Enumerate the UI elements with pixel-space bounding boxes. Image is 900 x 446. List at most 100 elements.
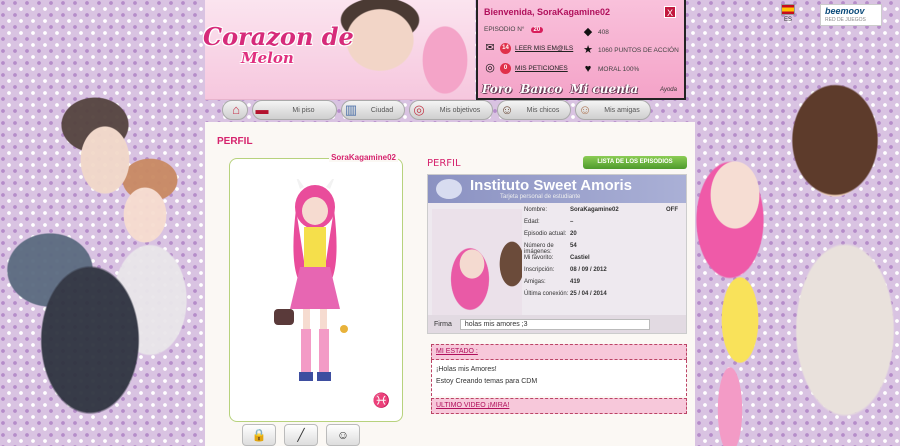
target-icon: ◎ — [485, 62, 495, 74]
beemoov-tagline: RED DE JUEGOS — [825, 17, 866, 23]
pisces-icon: ♓ — [372, 392, 390, 408]
moral-value: MORAL 100% — [598, 65, 640, 73]
row-key: Episodio actual: — [524, 231, 567, 237]
home-icon: ⌂ — [232, 102, 240, 117]
student-photo — [432, 209, 522, 329]
card-subtitle: Tarjeta personal de estudiante — [500, 194, 581, 200]
signature-text: Ayoda — [660, 87, 677, 93]
welcome-text: Bienvenida, SoraKagamine02 — [484, 7, 611, 17]
nav-mis-objetivos-label: Mis objetivos — [439, 106, 481, 114]
lock-icon[interactable]: 🔒 — [242, 424, 276, 446]
card-row: Amigas: 419 — [524, 279, 684, 285]
avatar-card: SoraKagamine02 ♓ — [229, 153, 403, 422]
nav-mis-chicos[interactable]: ☺ Mis chicos — [497, 100, 571, 120]
banco-link[interactable]: Banco — [520, 82, 562, 96]
close-icon[interactable]: X — [664, 6, 676, 18]
row-value: – — [570, 219, 574, 225]
row-value: Castiel — [570, 255, 590, 261]
heart-icon: ♥ — [584, 63, 592, 75]
language-code: ES — [784, 17, 793, 23]
right-character-art — [685, 30, 900, 446]
row-key: Amigas: — [524, 279, 546, 285]
sofa-icon: ▬ — [255, 102, 269, 117]
emails-stat[interactable]: ✉ 14 LEER MIS EM@ILS — [484, 42, 573, 54]
wand-icon[interactable]: ╱ — [284, 424, 318, 446]
online-status: OFF — [666, 207, 678, 213]
boys-icon: ☺ — [500, 102, 514, 117]
school-name: Instituto Sweet Amoris — [470, 177, 632, 194]
signature-label: Firma — [434, 320, 452, 328]
signature-value: holas mis amores ;3 — [459, 318, 650, 330]
student-card: Instituto Sweet Amoris Tarjeta personal … — [427, 174, 687, 334]
action-points-value: 1060 PUNTOS DE ACCIÓN — [598, 46, 679, 54]
left-character-art — [0, 40, 205, 446]
profile-subtitle: PERFIL — [427, 158, 461, 169]
status-heading: MI ESTADO : — [431, 344, 687, 360]
mail-icon: ✉ — [485, 42, 495, 54]
avatar-username: SoraKagamine02 — [329, 153, 398, 162]
avatar-actions: 🔒 ╱ ☺ — [242, 424, 360, 446]
friends-icon: ☺ — [578, 102, 592, 117]
nav-ciudad[interactable]: ▥ Ciudad — [341, 100, 405, 120]
main-nav: ⌂ ▬ Mi piso ▥ Ciudad ◎ Mis objetivos ☺ M… — [222, 100, 692, 122]
row-value: 54 — [570, 243, 577, 249]
diamond-icon: ◆ — [583, 26, 593, 38]
nav-mis-amigas[interactable]: ☺ Mis amigas — [575, 100, 651, 120]
row-value: 419 — [570, 279, 581, 285]
row-key: Última conexión: — [524, 291, 569, 297]
portrait-icon[interactable]: ☺ — [326, 424, 360, 446]
row-key: Inscripción: — [524, 267, 555, 273]
card-row: Última conexión: 25 / 04 / 2014 — [524, 291, 684, 297]
episode-badge: 20 — [530, 26, 544, 33]
card-row: Mi favorito: Castiel — [524, 255, 684, 261]
beemoov-logo[interactable]: beemoov RED DE JUEGOS — [820, 4, 882, 26]
nav-mi-piso-label: Mi piso — [292, 106, 315, 114]
student-card-header: Instituto Sweet Amoris Tarjeta personal … — [428, 175, 686, 203]
money-value: 408 — [598, 28, 609, 36]
card-row: Número de imágenes: 54 — [524, 243, 684, 255]
signature-row: Firma holas mis amores ;3 — [428, 315, 686, 333]
episode-stat: EPISODIO N° 20 — [484, 26, 544, 33]
mi-cuenta-link[interactable]: Mi cuenta — [570, 82, 638, 96]
beemoov-name: beemoov — [825, 6, 865, 16]
episode-label: EPISODIO N° — [484, 26, 525, 33]
episodes-list-button[interactable]: LISTA DE LOS EPISODIOS — [583, 156, 687, 169]
row-key: Edad: — [524, 219, 540, 225]
requests-link[interactable]: MIS PETICIONES — [515, 65, 568, 72]
last-video-heading[interactable]: ULTIMO VIDEO ¡MIRA! — [431, 398, 687, 414]
emails-count-badge: 14 — [500, 42, 511, 54]
nav-home[interactable]: ⌂ — [222, 100, 248, 120]
row-value: 25 / 04 / 2014 — [570, 291, 607, 297]
avatar-figure — [274, 179, 348, 381]
read-emails-link[interactable]: LEER MIS EM@ILS — [515, 45, 573, 52]
requests-stat[interactable]: ◎ 0 MIS PETICIONES — [484, 62, 568, 74]
card-row: Episodio actual: 20 — [524, 231, 684, 237]
row-value: SoraKagamine02 — [570, 207, 619, 213]
nav-mis-objetivos[interactable]: ◎ Mis objetivos — [409, 100, 493, 120]
status-line: Estoy Creando temas para CDM — [436, 378, 538, 385]
row-key: Nombre: — [524, 207, 548, 213]
city-icon: ▥ — [344, 102, 358, 117]
requests-count-badge: 0 — [500, 62, 511, 74]
main-content: PERFIL SoraKagamine02 ♓ 🔒 ╱ ☺ PERFIL LIS… — [205, 122, 695, 446]
foro-link[interactable]: Foro — [482, 82, 512, 96]
logo-text-line2: Melon — [241, 49, 294, 67]
status-line: ¡Holas mis Amores! — [436, 366, 497, 373]
status-body: ¡Holas mis Amores! Estoy Creando temas p… — [431, 360, 687, 396]
page-title: PERFIL — [217, 136, 253, 147]
row-value: 20 — [570, 231, 577, 237]
card-row: Nombre: SoraKagamine02 OFF — [524, 207, 684, 213]
school-emblem-icon — [436, 179, 462, 199]
action-points-stat: ★ 1060 PUNTOS DE ACCIÓN — [582, 44, 679, 56]
card-row: Edad: – — [524, 219, 684, 225]
card-row: Inscripción: 08 / 09 / 2012 — [524, 267, 684, 273]
star-icon: ★ — [583, 44, 593, 56]
row-value: 08 / 09 / 2012 — [570, 267, 607, 273]
site-logo[interactable]: Corazon de Melon — [203, 22, 363, 92]
target-icon: ◎ — [413, 102, 425, 117]
top-links: Foro Banco Mi cuenta — [440, 82, 680, 96]
money-stat: ◆ 408 — [582, 26, 609, 38]
moral-stat: ♥ MORAL 100% — [582, 63, 640, 75]
spain-flag-icon[interactable] — [781, 4, 795, 15]
nav-mi-piso[interactable]: ▬ Mi piso — [252, 100, 337, 120]
